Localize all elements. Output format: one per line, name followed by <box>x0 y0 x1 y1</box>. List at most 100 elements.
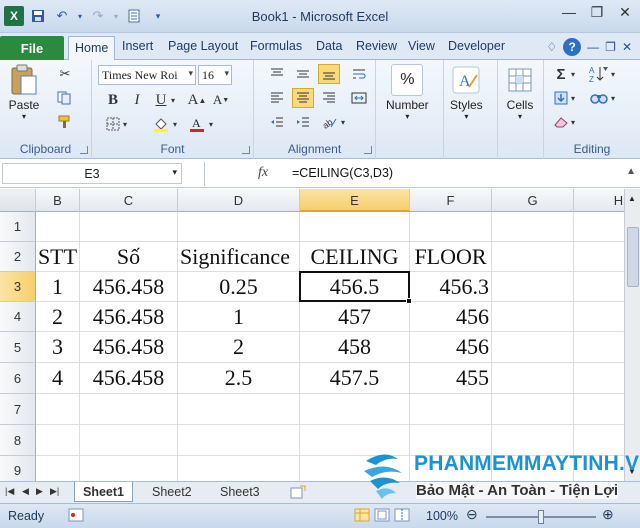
sheet-tab-sheet2[interactable]: Sheet2 <box>144 482 200 502</box>
fill-color-dropdown-icon[interactable]: ▾ <box>170 114 180 134</box>
cell-d1[interactable] <box>178 212 300 242</box>
sort-filter-dropdown-icon[interactable]: ▾ <box>608 64 618 84</box>
styles-button[interactable]: A Styles ▾ <box>450 64 483 121</box>
formula-input[interactable]: =CEILING(C3,D3) <box>292 166 393 180</box>
row-header-1[interactable]: 1 <box>0 212 36 242</box>
cell-c5[interactable]: 456.458 <box>80 332 178 363</box>
page-break-view-icon[interactable] <box>394 508 410 525</box>
font-color-icon[interactable]: A <box>186 114 208 134</box>
number-dropdown-icon[interactable]: ▾ <box>405 112 409 121</box>
cell-f5[interactable]: 456 <box>410 332 492 363</box>
last-sheet-icon[interactable]: ▶| <box>50 486 59 497</box>
cell-h1[interactable] <box>574 212 624 242</box>
page-layout-view-icon[interactable] <box>374 508 390 525</box>
cell-h4[interactable] <box>574 302 624 332</box>
name-box-dropdown-icon[interactable]: ▾ <box>172 167 177 178</box>
alignment-launcher-icon[interactable] <box>364 146 372 154</box>
name-box[interactable]: E3 ▾ <box>2 163 182 184</box>
insert-sheet-icon[interactable] <box>290 485 306 502</box>
borders-dropdown-icon[interactable]: ▾ <box>120 114 130 134</box>
cell-e2[interactable]: CEILING <box>300 242 410 272</box>
fill-color-icon[interactable] <box>150 114 172 134</box>
cell-f6[interactable]: 455 <box>410 363 492 394</box>
find-select-icon[interactable] <box>588 88 610 108</box>
cell-b2[interactable]: STT <box>36 242 80 272</box>
scroll-thumb[interactable] <box>627 227 639 287</box>
cell-c6[interactable]: 456.458 <box>80 363 178 394</box>
minimize-ribbon-icon[interactable]: ♢ <box>546 40 557 54</box>
column-header-g[interactable]: G <box>492 189 574 212</box>
merge-center-icon[interactable] <box>348 88 370 108</box>
doc-minimize-icon[interactable]: — <box>587 40 599 54</box>
cell-h2[interactable] <box>574 242 624 272</box>
cell-d5[interactable]: 2 <box>178 332 300 363</box>
cell-d2[interactable]: Significance <box>178 242 300 272</box>
fill-handle[interactable] <box>406 298 412 304</box>
vertical-scrollbar[interactable]: ▲ ▼ <box>624 189 640 481</box>
cell-b9[interactable] <box>36 456 80 481</box>
font-launcher-icon[interactable] <box>242 146 250 154</box>
clear-dropdown-icon[interactable]: ▾ <box>568 112 578 132</box>
decrease-indent-icon[interactable] <box>266 112 288 132</box>
cell-g3[interactable] <box>492 272 574 302</box>
cell-e6[interactable]: 457.5 <box>300 363 410 394</box>
column-header-c[interactable]: C <box>80 189 178 212</box>
next-sheet-icon[interactable]: ▶ <box>36 486 43 497</box>
cell-d3[interactable]: 0.25 <box>178 272 300 302</box>
sort-filter-icon[interactable]: AZ <box>588 64 610 84</box>
row-header-7[interactable]: 7 <box>0 394 36 425</box>
scroll-up-icon[interactable]: ▲ <box>628 194 636 203</box>
align-center-icon[interactable] <box>292 88 314 108</box>
align-top-icon[interactable] <box>266 64 288 84</box>
prev-sheet-icon[interactable]: ◀ <box>22 486 29 497</box>
zoom-level[interactable]: 100% <box>426 509 458 523</box>
orientation-icon[interactable]: ab <box>318 112 340 132</box>
tab-home[interactable]: Home <box>68 36 116 61</box>
styles-dropdown-icon[interactable]: ▾ <box>464 112 468 121</box>
clipboard-launcher-icon[interactable] <box>80 146 88 154</box>
tab-page-layout[interactable]: Page Layout <box>168 39 238 53</box>
grow-font-icon[interactable]: A ▲ <box>186 90 208 110</box>
cell-f3[interactable]: 456.3 <box>410 272 492 302</box>
cell-b3[interactable]: 1 <box>36 272 80 302</box>
orientation-dropdown-icon[interactable]: ▾ <box>338 112 348 132</box>
italic-icon[interactable]: I <box>126 90 148 110</box>
cell-g7[interactable] <box>492 394 574 425</box>
wrap-text-icon[interactable] <box>348 64 370 84</box>
sheet-tab-sheet1[interactable]: Sheet1 <box>74 482 133 502</box>
tab-formulas[interactable]: Formulas <box>250 39 302 53</box>
select-all-corner[interactable] <box>0 189 36 212</box>
cell-c4[interactable]: 456.458 <box>80 302 178 332</box>
column-header-h[interactable]: H <box>574 189 624 212</box>
cell-b8[interactable] <box>36 425 80 456</box>
cell-d4[interactable]: 1 <box>178 302 300 332</box>
expand-formula-bar-icon[interactable]: ▲ <box>626 166 636 177</box>
cell-h3[interactable] <box>574 272 624 302</box>
cell-c9[interactable] <box>80 456 178 481</box>
paste-button[interactable]: Paste ▾ <box>8 64 40 121</box>
cell-d6[interactable]: 2.5 <box>178 363 300 394</box>
cell-e4[interactable]: 457 <box>300 302 410 332</box>
tab-insert[interactable]: Insert <box>122 39 153 53</box>
cell-e1[interactable] <box>300 212 410 242</box>
find-select-dropdown-icon[interactable]: ▾ <box>608 88 618 108</box>
cell-d8[interactable] <box>178 425 300 456</box>
number-button[interactable]: % Number ▾ <box>386 64 429 121</box>
cell-c8[interactable] <box>80 425 178 456</box>
column-header-d[interactable]: D <box>178 189 300 212</box>
cell-b4[interactable]: 2 <box>36 302 80 332</box>
cell-h7[interactable] <box>574 394 624 425</box>
column-header-f[interactable]: F <box>410 189 492 212</box>
cell-g6[interactable] <box>492 363 574 394</box>
sheet-tab-sheet3[interactable]: Sheet3 <box>212 482 268 502</box>
cell-h5[interactable] <box>574 332 624 363</box>
cell-g5[interactable] <box>492 332 574 363</box>
tab-data[interactable]: Data <box>316 39 342 53</box>
first-sheet-icon[interactable]: |◀ <box>5 486 14 497</box>
paste-dropdown-icon[interactable]: ▾ <box>22 112 26 121</box>
zoom-out-icon[interactable]: ⊖ <box>466 506 478 523</box>
cell-f7[interactable] <box>410 394 492 425</box>
bold-icon[interactable]: B <box>102 90 124 110</box>
row-header-4[interactable]: 4 <box>0 302 36 332</box>
cell-c1[interactable] <box>80 212 178 242</box>
